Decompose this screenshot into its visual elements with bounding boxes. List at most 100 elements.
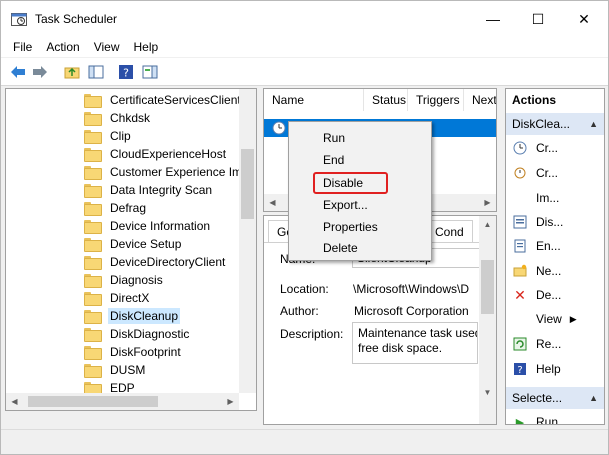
tree-item[interactable]: Chkdsk — [84, 109, 152, 127]
action-new-folder[interactable]: Ne... — [512, 260, 561, 282]
tree-item[interactable]: Clip — [84, 127, 133, 145]
actions-section-selected-item[interactable]: Selecte... ▲ — [506, 387, 604, 409]
details-vscroll-thumb[interactable] — [481, 260, 494, 314]
refresh-icon — [512, 336, 528, 352]
action-delete-folder[interactable]: ✕ De... — [512, 284, 561, 306]
tree-item[interactable]: Customer Experience Imp — [84, 163, 251, 181]
action-label: View — [536, 312, 562, 326]
back-arrow-icon[interactable] — [9, 63, 27, 81]
create-task-icon — [512, 165, 528, 181]
tree-item-label: DUSM — [110, 363, 146, 377]
column-next[interactable]: Next — [464, 89, 496, 111]
tree-item-label: Customer Experience Imp — [110, 165, 249, 179]
tree-item-label: Clip — [110, 129, 131, 143]
show-hide-console-tree-icon[interactable] — [87, 63, 105, 81]
view-spacer — [512, 311, 528, 327]
action-help[interactable]: ? Help — [512, 358, 561, 380]
folder-icon — [84, 148, 102, 162]
show-hide-action-pane-icon[interactable] — [141, 63, 159, 81]
tree-item-label: CertificateServicesClient — [110, 93, 241, 107]
tree-item-label: DeviceDirectoryClient — [110, 255, 226, 269]
tree-item[interactable]: DiskFootprint — [84, 343, 183, 361]
context-menu-run[interactable]: Run — [323, 128, 345, 148]
action-import-task[interactable]: Im... — [512, 187, 559, 209]
tree-vertical-scrollbar[interactable] — [239, 89, 256, 393]
tree-item-label: DirectX — [110, 291, 150, 305]
svg-text:?: ? — [517, 365, 522, 376]
folder-icon — [84, 220, 102, 234]
tree-item[interactable]: DirectX — [84, 289, 151, 307]
menu-action[interactable]: Action — [39, 37, 86, 57]
help-icon[interactable]: ? — [117, 63, 135, 81]
menu-file[interactable]: File — [1, 37, 39, 57]
action-label: De... — [536, 288, 562, 302]
close-button[interactable]: ✕ — [561, 1, 607, 37]
tree-item-label: DiskCleanup — [108, 308, 181, 324]
folder-icon — [84, 112, 102, 126]
column-status[interactable]: Status — [364, 89, 408, 111]
tree-item[interactable]: DeviceDirectoryClient — [84, 253, 227, 271]
tree-item[interactable]: Device Information — [84, 217, 212, 235]
actions-section-diskcleanup[interactable]: DiskClea... ▲ — [506, 113, 604, 135]
list-scroll-right-arrow-icon[interactable]: ▶ — [479, 194, 496, 211]
author-label: Author: — [280, 304, 319, 318]
tree-item[interactable]: Defrag — [84, 199, 148, 217]
tree-item[interactable]: Device Setup — [84, 235, 183, 253]
tree-item-label: Defrag — [110, 201, 147, 215]
tree-item[interactable]: Data Integrity Scan — [84, 181, 214, 199]
context-menu-end[interactable]: End — [323, 150, 344, 170]
collapse-up-arrow-icon[interactable]: ▲ — [589, 387, 598, 409]
action-label: Run — [536, 415, 559, 425]
tree-item[interactable]: DUSM — [84, 361, 147, 379]
tree-item[interactable]: DiskDiagnostic — [84, 325, 191, 343]
action-label: Re... — [536, 337, 562, 351]
delete-x-icon: ✕ — [514, 286, 526, 303]
display-running-tasks-icon — [512, 214, 528, 230]
import-task-icon — [512, 190, 528, 206]
tree-item-label: Chkdsk — [110, 111, 151, 125]
folder-icon — [84, 130, 102, 144]
tree-item[interactable]: CertificateServicesClient — [84, 91, 243, 109]
tab-conditions[interactable]: Cond — [426, 220, 473, 242]
scroll-right-arrow-icon[interactable]: ▶ — [222, 393, 239, 410]
list-scroll-left-arrow-icon[interactable]: ◀ — [264, 194, 281, 211]
context-menu-delete[interactable]: Delete — [323, 238, 358, 258]
details-scroll-down-arrow-icon[interactable]: ▼ — [479, 384, 496, 401]
window-title: Task Scheduler — [35, 12, 118, 26]
action-run[interactable]: ▶ Run — [512, 411, 559, 425]
context-menu-export[interactable]: Export... — [323, 195, 368, 215]
details-scroll-up-arrow-icon[interactable]: ▲ — [479, 216, 496, 233]
action-display-running-tasks[interactable]: Dis... — [512, 211, 563, 233]
tree-hscroll-thumb[interactable] — [28, 396, 158, 407]
folder-icon — [84, 166, 102, 180]
maximize-button[interactable]: ☐ — [515, 1, 561, 37]
column-triggers[interactable]: Triggers — [408, 89, 464, 111]
action-create-basic-task[interactable]: Cr... — [512, 137, 558, 159]
menu-view[interactable]: View — [87, 37, 127, 57]
new-folder-icon — [512, 263, 528, 279]
collapse-up-arrow-icon[interactable]: ▲ — [589, 113, 598, 135]
status-bar — [1, 429, 608, 454]
tree-item-label: CloudExperienceHost — [110, 147, 227, 161]
forward-arrow-icon[interactable] — [31, 63, 49, 81]
action-refresh[interactable]: Re... — [512, 333, 561, 355]
action-enable-all-tasks-history[interactable]: En... — [512, 235, 561, 257]
action-view[interactable]: View ▶ — [512, 308, 577, 330]
up-folder-icon[interactable] — [63, 63, 81, 81]
action-create-task[interactable]: Cr... — [512, 162, 558, 184]
tree-item[interactable]: DiskCleanup — [84, 307, 181, 325]
folder-icon — [84, 310, 102, 324]
description-field[interactable]: Maintenance task used free disk space. — [352, 322, 478, 364]
minimize-button[interactable]: — — [470, 1, 516, 37]
menu-help[interactable]: Help — [127, 37, 166, 57]
scroll-left-arrow-icon[interactable]: ◀ — [6, 393, 23, 410]
tree-vscroll-thumb[interactable] — [241, 149, 254, 219]
tree-item[interactable]: CloudExperienceHost — [84, 145, 228, 163]
folder-icon — [84, 364, 102, 378]
task-library-tree[interactable]: CertificateServicesClient Chkdsk Clip Cloud… — [5, 88, 257, 411]
column-name[interactable]: Name — [264, 89, 364, 111]
context-menu-properties[interactable]: Properties — [323, 217, 378, 237]
details-vertical-scrollbar[interactable]: ▲ ▼ — [479, 216, 496, 424]
tree-item[interactable]: Diagnosis — [84, 271, 165, 289]
tree-horizontal-scrollbar[interactable]: ◀ ▶ — [6, 393, 239, 410]
